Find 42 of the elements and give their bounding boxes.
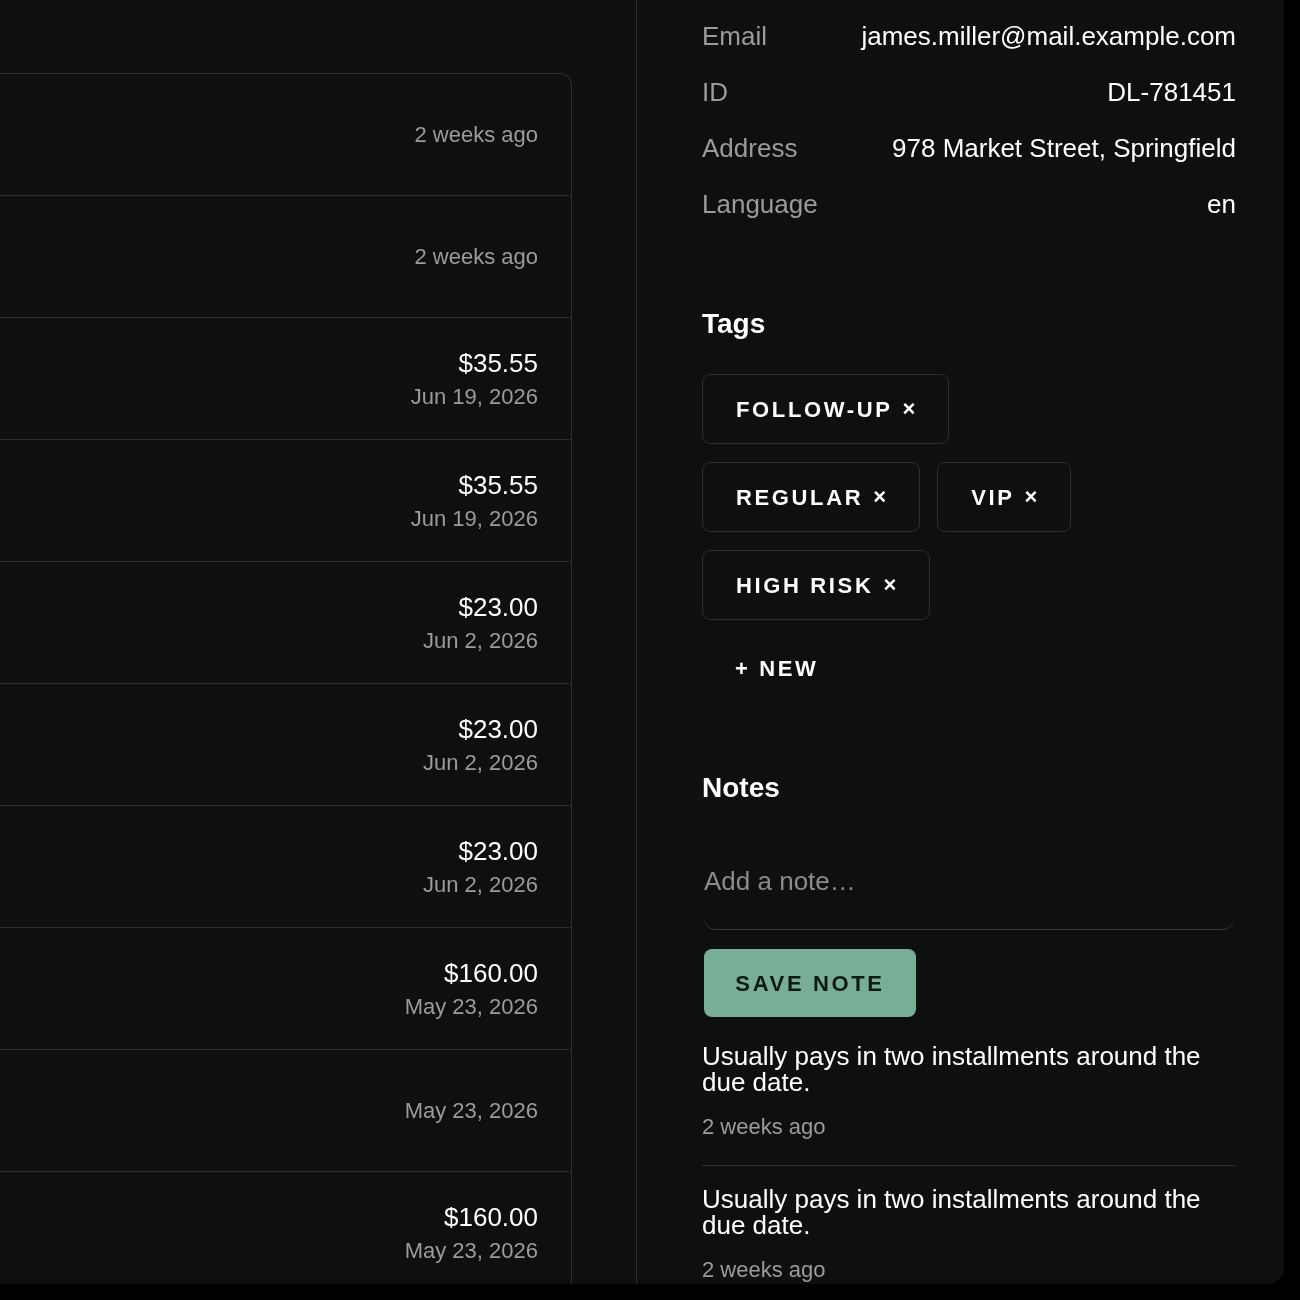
amount: $160.00 xyxy=(444,956,538,989)
remove-tag-button[interactable]: × xyxy=(902,398,916,420)
field-value: 978 Market Street, Springfield xyxy=(892,131,1236,165)
activity-date: May 23, 2026 xyxy=(404,1236,538,1265)
activity-date: Jun 2, 2026 xyxy=(423,870,538,899)
amount: $23.00 xyxy=(458,834,538,867)
section-heading: Tags xyxy=(702,307,767,341)
activity-date: May 23, 2026 xyxy=(404,1096,538,1125)
tag-label: REGULAR xyxy=(736,483,864,512)
activity-date: 2 weeks ago xyxy=(414,242,538,271)
remove-tag-button[interactable]: × xyxy=(883,574,897,596)
field-label: Email xyxy=(702,19,767,53)
save-note-button[interactable]: SAVE NOTE xyxy=(704,949,916,1017)
tag-label: FOLLOW-UP xyxy=(736,395,893,424)
note-text: Usually pays in two installments around the due date. xyxy=(702,1186,1202,1238)
field-value: DL-781451 xyxy=(1107,75,1236,109)
note-time: 2 weeks ago xyxy=(702,1113,827,1141)
activity-date: Jun 19, 2026 xyxy=(410,382,538,411)
note-text: Usually pays in two installments around the due date. xyxy=(702,1043,1202,1095)
activity-date: May 23, 2026 xyxy=(404,992,538,1021)
field-label: Address xyxy=(702,131,798,165)
field-label: Language xyxy=(702,187,818,221)
activity-date: 2 weeks ago xyxy=(414,120,538,149)
section-heading: Notes xyxy=(702,771,781,805)
activity-date: Jun 2, 2026 xyxy=(423,748,538,777)
amount: $35.55 xyxy=(458,468,538,501)
field-value: en xyxy=(1207,187,1236,221)
tag-label: HIGH RISK xyxy=(736,571,874,600)
note-time: 2 weeks ago xyxy=(702,1256,827,1284)
new-tag-button[interactable]: + NEW xyxy=(702,646,852,690)
note-field[interactable]: Add a note… xyxy=(704,850,1234,930)
activity-date: Jun 19, 2026 xyxy=(410,504,538,533)
amount: $23.00 xyxy=(458,590,538,623)
remove-tag-button[interactable]: × xyxy=(1024,486,1038,508)
tag-label: VIP xyxy=(971,483,1015,512)
activity-date: Jun 2, 2026 xyxy=(423,626,538,655)
field-value: james.miller@mail.example.com xyxy=(861,19,1236,53)
remove-tag-button[interactable]: × xyxy=(873,486,887,508)
amount: $35.55 xyxy=(458,346,538,379)
amount: $160.00 xyxy=(444,1200,538,1233)
amount: $23.00 xyxy=(458,712,538,745)
field-label: ID xyxy=(702,75,728,109)
